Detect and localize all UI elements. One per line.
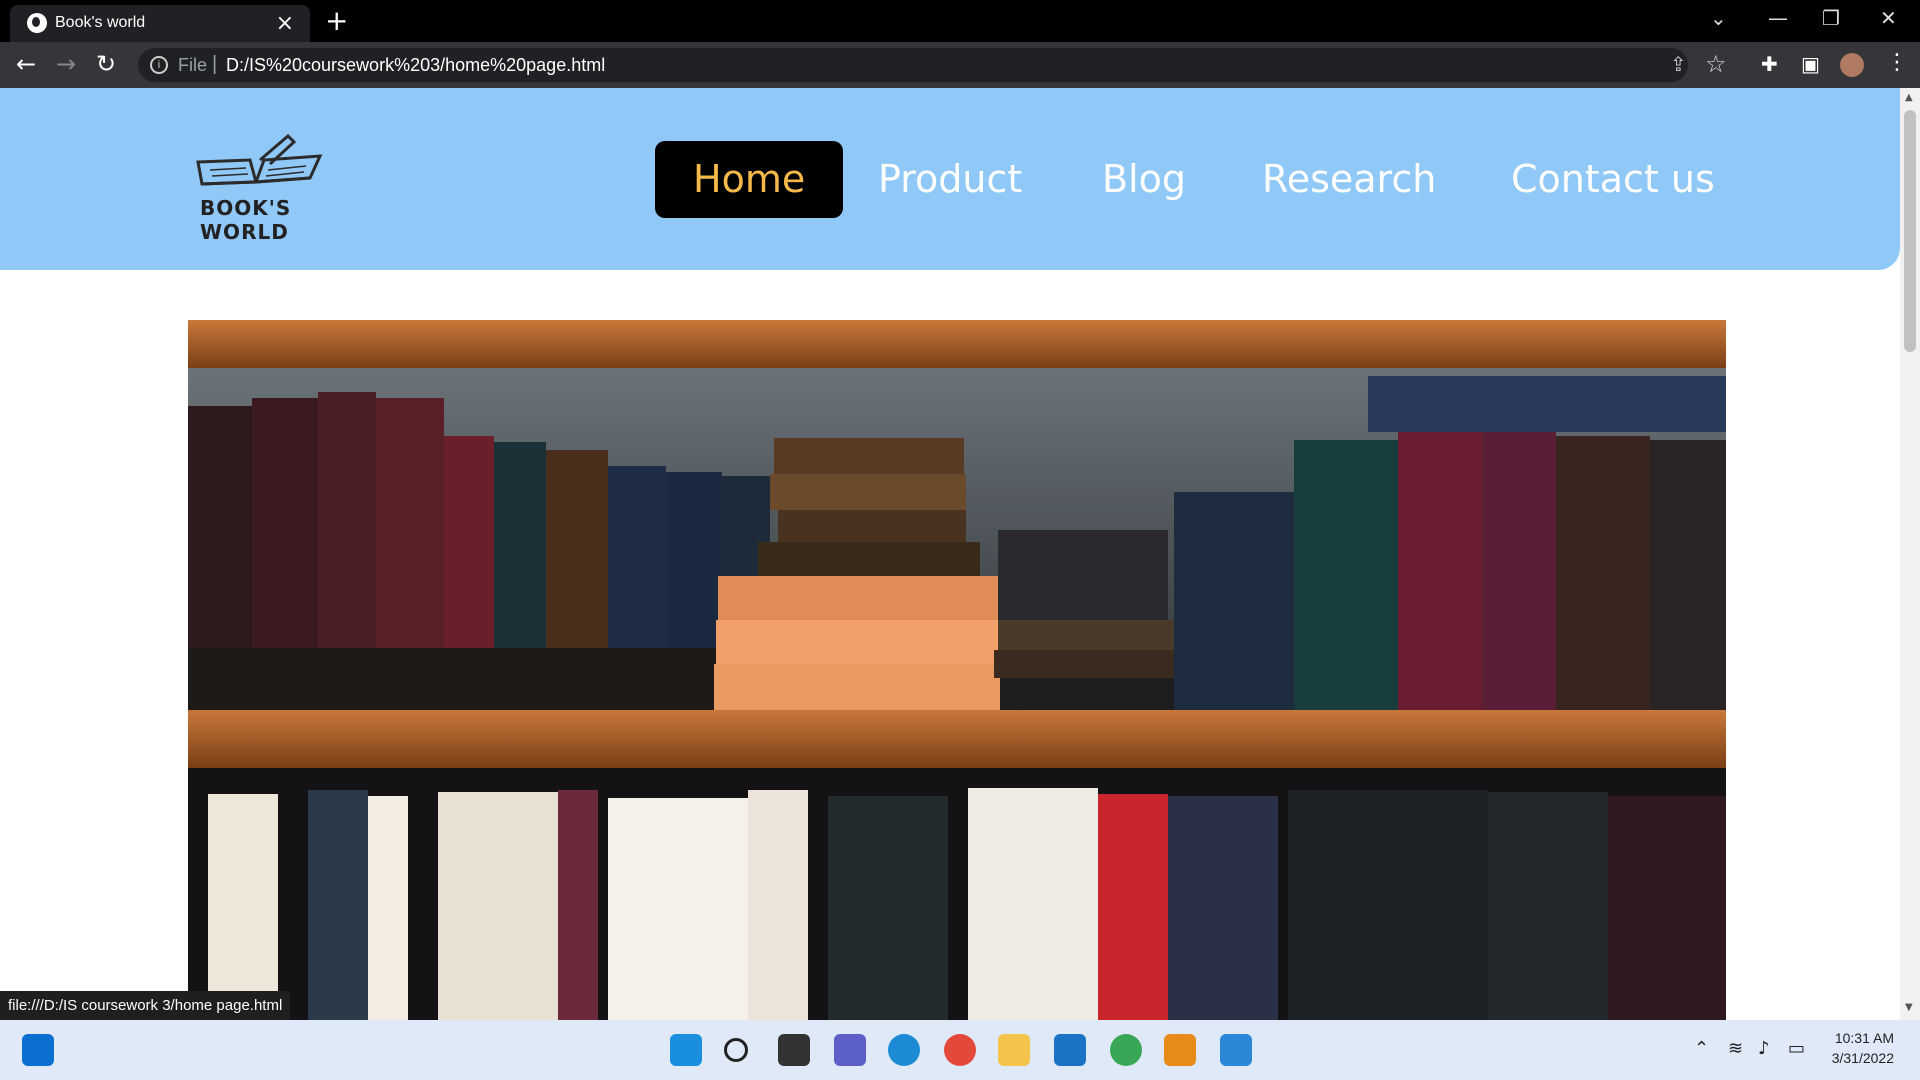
info-icon[interactable]: i: [150, 56, 168, 74]
share-icon[interactable]: ⇪: [1670, 52, 1687, 76]
bookshelf-illustration: [188, 320, 1726, 1020]
nav-research[interactable]: Research: [1262, 141, 1436, 218]
mail-icon[interactable]: [1054, 1034, 1086, 1066]
logo-text: BOOK'S WORLD: [200, 196, 292, 244]
side-panel-icon[interactable]: ▣: [1801, 52, 1820, 76]
window-close-icon[interactable]: ✕: [1880, 6, 1897, 30]
search-icon[interactable]: [724, 1038, 748, 1062]
scheme-separator: |: [212, 53, 218, 75]
address-toolbar: ← → ↻ i File | D:/IS%20coursework%203/ho…: [0, 42, 1920, 88]
chrome-profile-icon[interactable]: [1110, 1034, 1142, 1066]
photos-icon[interactable]: [1220, 1034, 1252, 1066]
browser-tab[interactable]: Book's world ×: [10, 5, 310, 42]
scrollbar-thumb[interactable]: [1904, 110, 1916, 352]
windows-start-icon[interactable]: [670, 1034, 702, 1066]
wifi-icon[interactable]: ≋: [1728, 1038, 1743, 1059]
edge-icon[interactable]: [888, 1034, 920, 1066]
browser-tab-strip: Book's world × + ⌄ — ❐ ✕: [0, 0, 1920, 42]
widgets-icon[interactable]: [22, 1034, 54, 1066]
scheme-label: File: [178, 55, 208, 75]
bookshelf-hero-image: [188, 320, 1726, 1020]
scroll-down-icon[interactable]: ▼: [1905, 1002, 1913, 1013]
nav-contact-us[interactable]: Contact us: [1511, 141, 1715, 218]
site-header: BOOK'S WORLD Home Product Blog Research …: [0, 88, 1900, 270]
nav-home[interactable]: Home: [655, 141, 844, 218]
volume-icon[interactable]: ♪: [1758, 1038, 1770, 1059]
tab-title: Book's world: [55, 14, 146, 31]
tab-search-icon[interactable]: ⌄: [1710, 6, 1727, 30]
nav-blog[interactable]: Blog: [1102, 141, 1186, 218]
nav-product[interactable]: Product: [878, 141, 1022, 218]
address-bar[interactable]: i File | D:/IS%20coursework%203/home%20p…: [138, 48, 1727, 82]
reload-icon[interactable]: ↻: [96, 50, 116, 78]
windows-taskbar: ⌃ ≋ ♪ ▭ 10:31 AM 3/31/2022: [0, 1020, 1920, 1080]
menu-icon[interactable]: ⋮: [1886, 50, 1908, 75]
extensions-icon[interactable]: ✚: [1761, 52, 1778, 76]
restore-icon[interactable]: ❐: [1822, 6, 1840, 30]
minimize-icon[interactable]: —: [1768, 6, 1788, 30]
chrome-icon[interactable]: [944, 1034, 976, 1066]
back-icon[interactable]: ←: [16, 50, 36, 78]
scroll-up-icon[interactable]: ▲: [1905, 92, 1913, 103]
forward-icon[interactable]: →: [56, 50, 76, 78]
battery-icon[interactable]: ▭: [1788, 1038, 1805, 1059]
link-status-bar: file:///D:/IS coursework 3/home page.htm…: [0, 991, 291, 1020]
globe-icon: [27, 13, 47, 33]
close-tab-icon[interactable]: ×: [276, 11, 294, 36]
page-scrollbar[interactable]: ▲ ▼: [1900, 88, 1920, 1020]
star-icon[interactable]: ☆: [1705, 50, 1727, 78]
logo[interactable]: BOOK'S WORLD: [190, 133, 330, 244]
clock-date: 3/31/2022: [1831, 1050, 1894, 1066]
open-book-icon: [196, 133, 323, 186]
file-explorer-icon[interactable]: [998, 1034, 1030, 1066]
url-text[interactable]: D:/IS%20coursework%203/home%20page.html: [226, 55, 605, 76]
profile-avatar[interactable]: [1840, 53, 1864, 77]
new-tab-button[interactable]: +: [325, 4, 348, 37]
clock-time: 10:31 AM: [1834, 1030, 1894, 1046]
system-clock[interactable]: 10:31 AM 3/31/2022: [1820, 1028, 1894, 1068]
page-viewport: BOOK'S WORLD Home Product Blog Research …: [0, 88, 1900, 1020]
show-hidden-icons-icon[interactable]: ⌃: [1694, 1038, 1709, 1059]
sublime-text-icon[interactable]: [1164, 1034, 1196, 1066]
task-view-icon[interactable]: [778, 1034, 810, 1066]
teams-chat-icon[interactable]: [834, 1034, 866, 1066]
